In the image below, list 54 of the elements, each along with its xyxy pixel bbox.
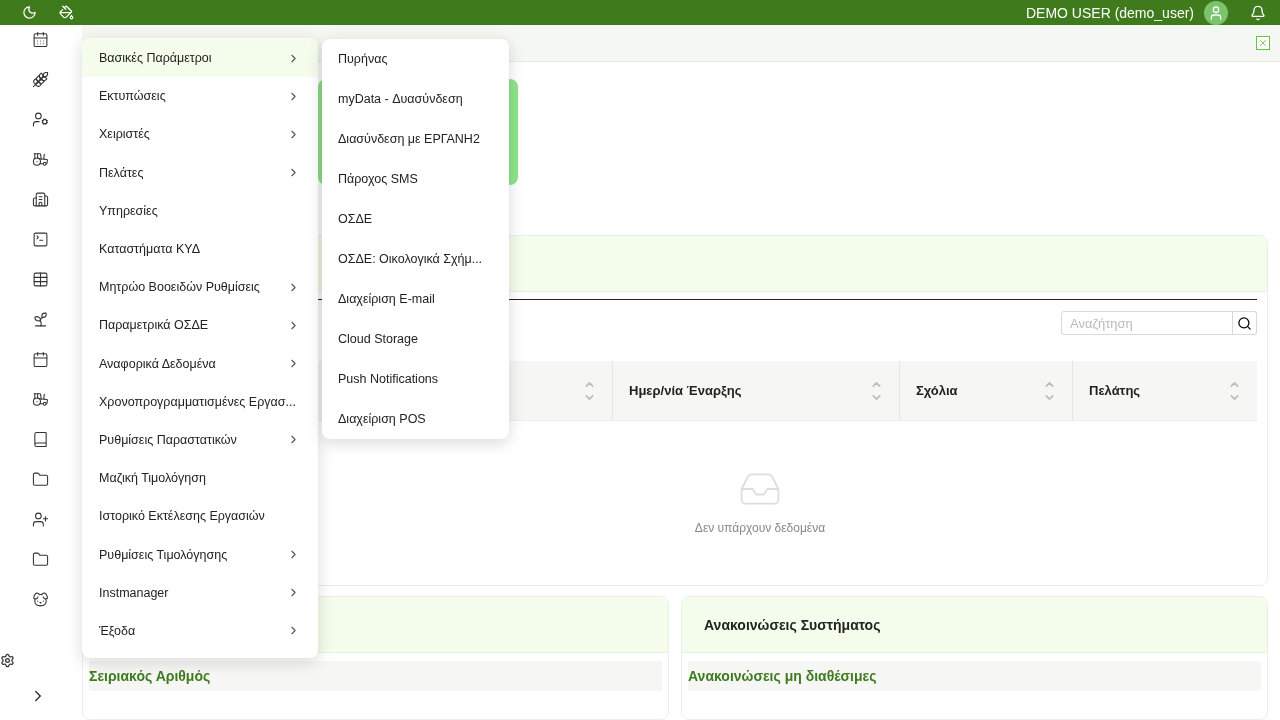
paint-bucket-icon[interactable] xyxy=(59,5,74,20)
user-name: DEMO USER (demo_user) xyxy=(1025,4,1194,21)
bell-icon[interactable] xyxy=(1250,4,1266,21)
user-settings-icon[interactable] xyxy=(30,109,50,129)
menu-item[interactable]: Cloud Storage xyxy=(322,319,509,359)
menu-item[interactable]: Μαζική Τιμολόγηση xyxy=(82,459,318,498)
search-field[interactable]: Αναζήτηση xyxy=(1061,311,1233,335)
moon-icon[interactable] xyxy=(22,5,37,20)
menu-item[interactable]: Βασικές Παράμετροι xyxy=(82,39,318,78)
calendar-icon[interactable] xyxy=(30,29,50,49)
animal-icon[interactable] xyxy=(30,589,50,609)
table-icon[interactable] xyxy=(30,269,50,289)
column-header: Πελάτης xyxy=(1089,383,1141,398)
close-icon xyxy=(1258,38,1268,48)
card-title: Ανακοινώσεις Συστήματος xyxy=(682,597,1267,653)
menu-item[interactable]: Push Notifications xyxy=(322,359,509,399)
menu-item[interactable]: Πάροχος SMS xyxy=(322,159,509,199)
menu-item[interactable]: Διαχείριση POS xyxy=(322,399,509,439)
terminal-icon[interactable] xyxy=(30,229,50,249)
search-icon xyxy=(1237,315,1252,331)
menu-item[interactable]: Ρυθμίσεις Παραστατικών xyxy=(82,420,318,460)
menu-item[interactable]: Καταστήματα ΚΥΔ xyxy=(82,229,318,269)
section-heading: Ανακοινώσεις μη διαθέσιμες xyxy=(688,661,1261,691)
menu-item[interactable]: ΟΣΔΕ xyxy=(322,199,509,239)
menu-item[interactable]: Παραμετρικά ΟΣΔΕ xyxy=(82,306,318,345)
user-plus-icon[interactable] xyxy=(30,509,50,529)
column-header: Σχόλια xyxy=(916,383,958,398)
section-heading: Σειριακός Αριθμός xyxy=(89,661,662,691)
menu-item[interactable]: Έξοδα xyxy=(82,611,318,650)
menu-item[interactable]: Αναφορικά Δεδομένα xyxy=(82,344,318,383)
search-button[interactable] xyxy=(1233,311,1257,335)
folder-icon[interactable] xyxy=(30,549,50,569)
menu-item[interactable]: Ρυθμίσεις Τιμολόγησης xyxy=(82,535,318,574)
menu-item[interactable]: Υπηρεσίες xyxy=(82,191,318,230)
menu-item[interactable]: Πυρήνας xyxy=(322,39,509,79)
menu-item[interactable]: Διαχείριση E-mail xyxy=(322,279,509,319)
folder-icon[interactable] xyxy=(30,469,50,489)
menu-item[interactable]: Διασύνδεση με ΕΡΓΑΝΗ2 xyxy=(322,119,509,159)
menu-item[interactable]: Χρονοπρογραμματισμένες Εργασ... xyxy=(82,382,318,421)
menu-item[interactable]: Πελάτες xyxy=(82,153,318,192)
column-header: Ημερ/νία Έναρξης xyxy=(629,383,742,398)
user-icon xyxy=(1208,4,1224,21)
menu-item[interactable]: ΟΣΔΕ: Οικολογικά Σχήμ... xyxy=(322,239,509,279)
wheat-icon[interactable] xyxy=(30,69,50,89)
avatar-icon[interactable] xyxy=(1204,0,1228,25)
menu-item[interactable]: Μητρώο Βοοειδών Ρυθμίσεις xyxy=(82,268,318,307)
menu-item[interactable]: myData - Δυασύνδεση xyxy=(322,79,509,119)
menu-item[interactable]: Instmanager xyxy=(82,573,318,612)
calendar-icon[interactable] xyxy=(30,349,50,369)
menu-item[interactable]: Εκτυπώσεις xyxy=(82,77,318,116)
building-icon[interactable] xyxy=(30,189,50,209)
menu-item[interactable]: Ιστορικό Εκτέλεσης Εργασιών xyxy=(82,497,318,536)
menu-item[interactable]: Χειριστές xyxy=(82,115,318,154)
empty-message: Δεν υπάρχουν δεδομένα xyxy=(694,521,826,535)
